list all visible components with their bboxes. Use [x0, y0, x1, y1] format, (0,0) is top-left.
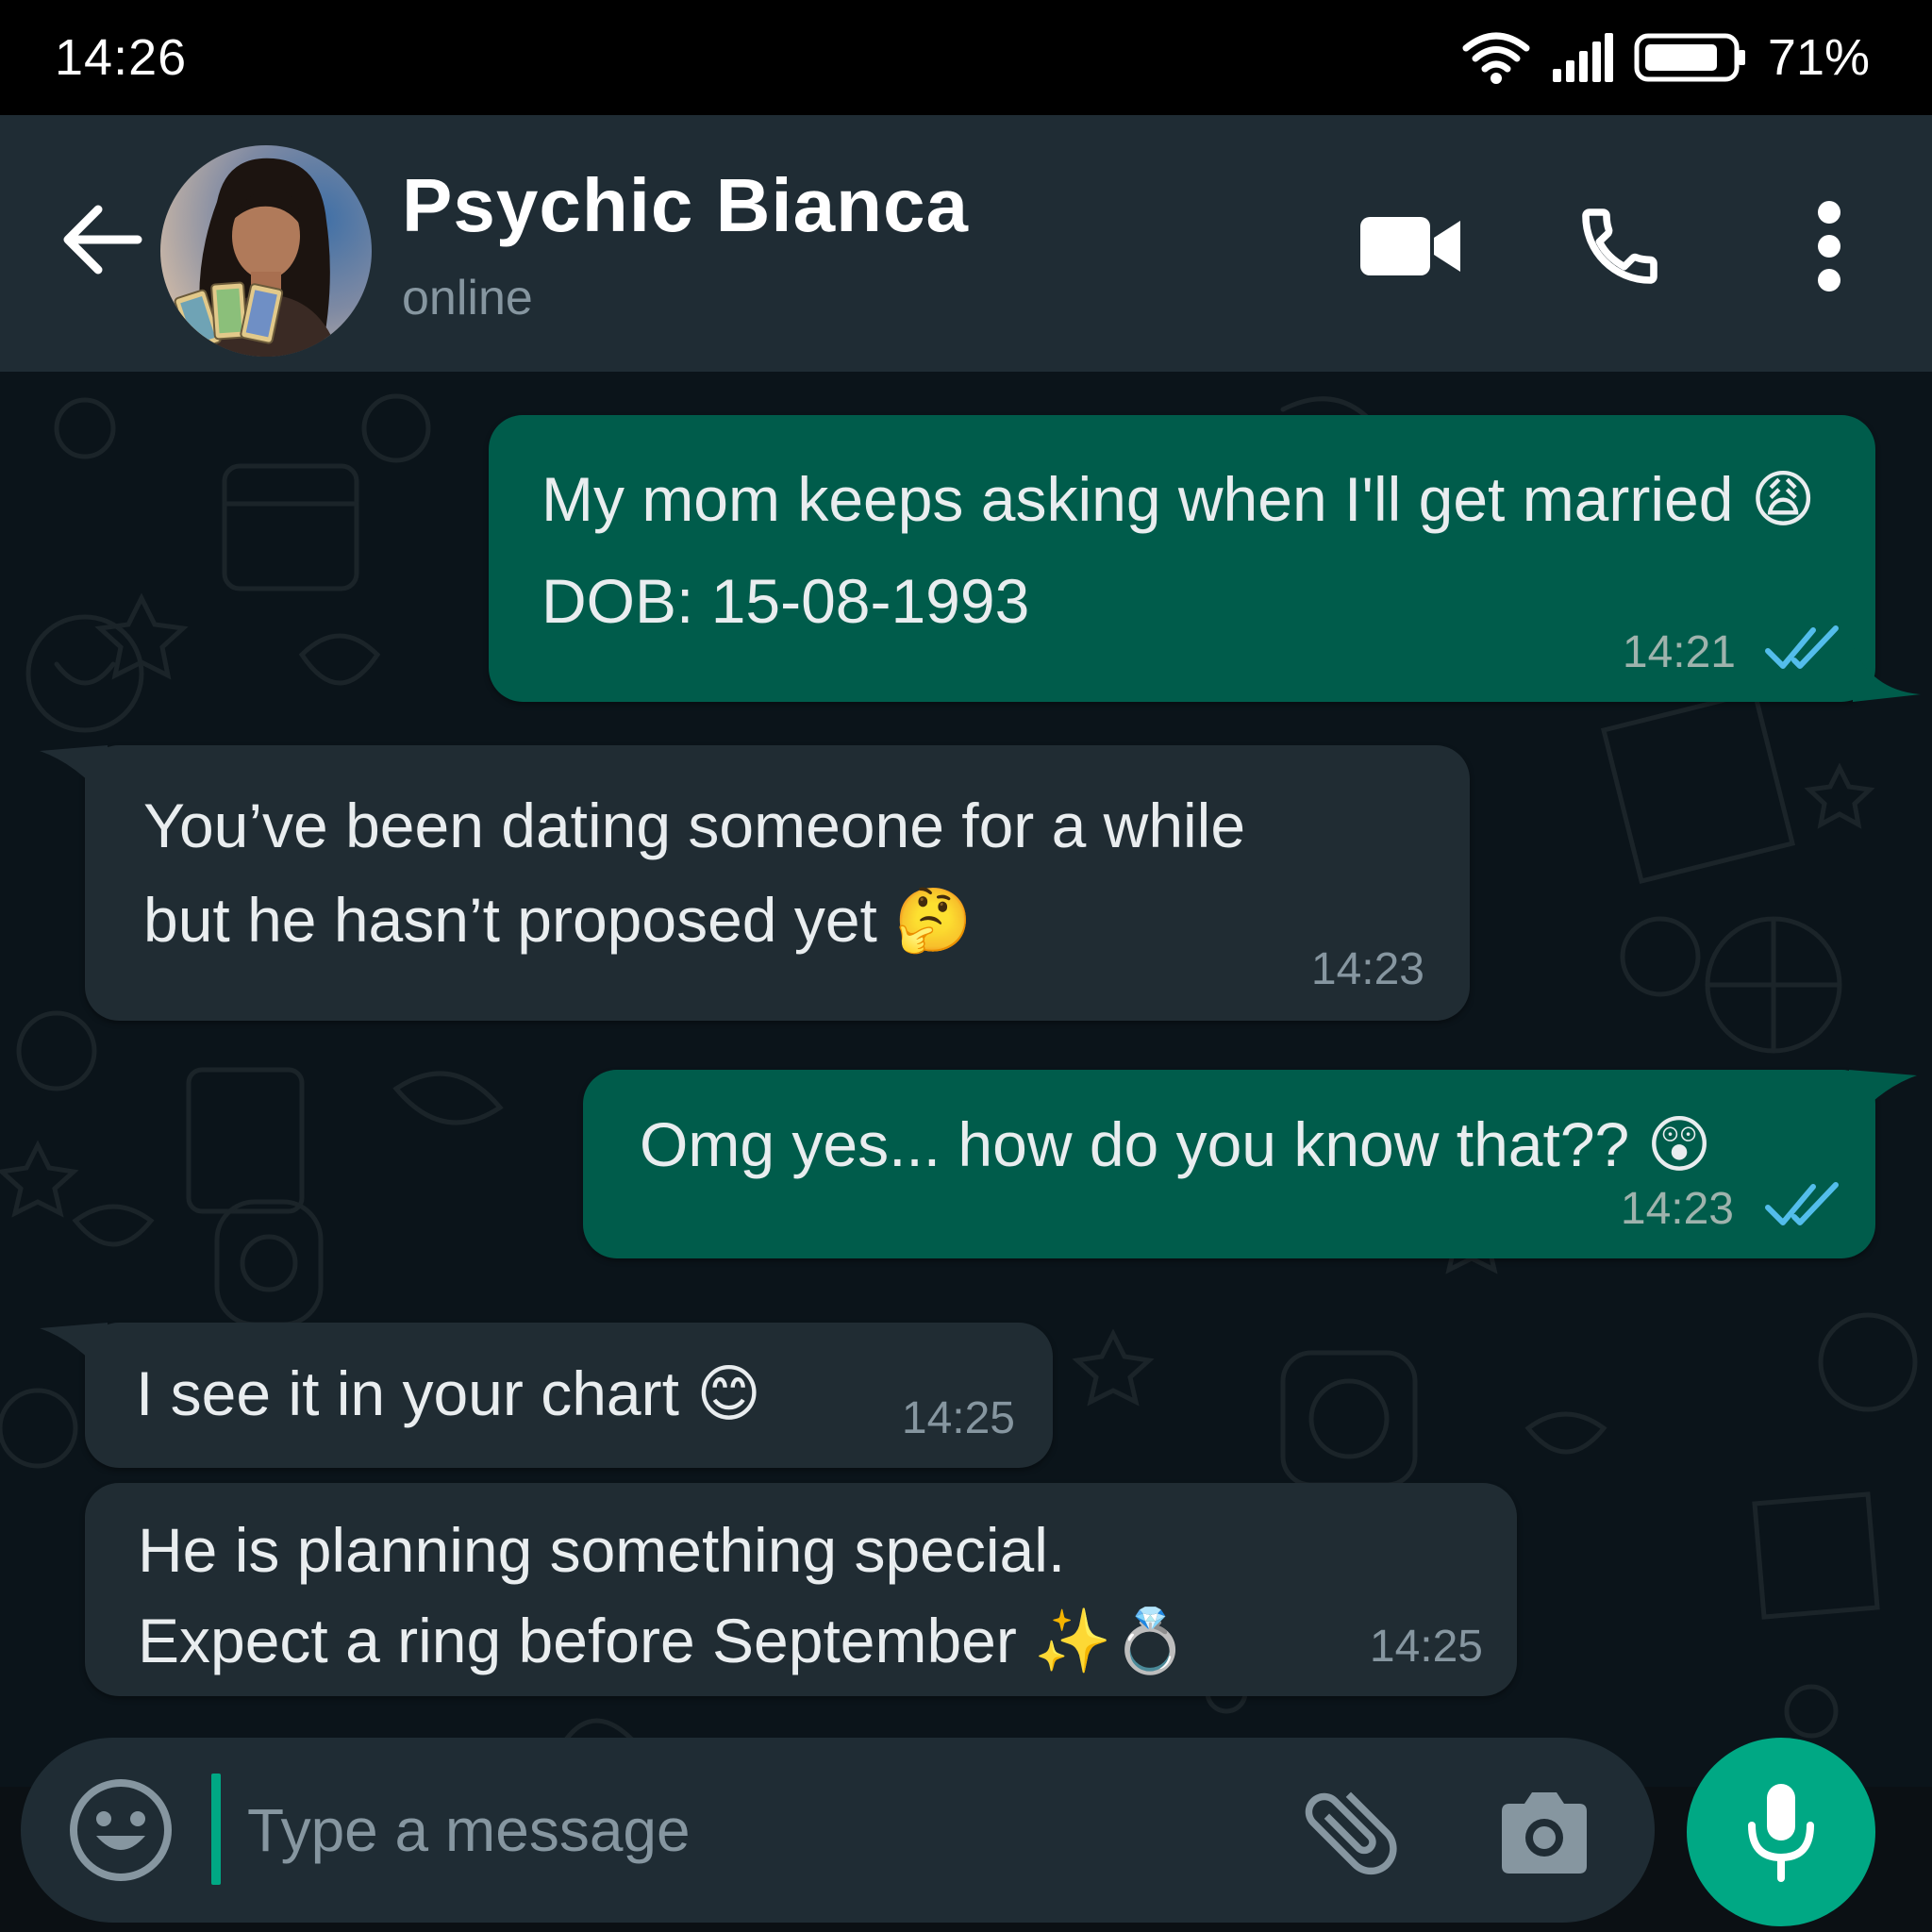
message-input[interactable] — [247, 1775, 1191, 1885]
chat-area[interactable]: My mom keeps asking when I'll get marrie… — [0, 372, 1932, 1787]
message-time: 14:25 — [1369, 1622, 1483, 1672]
avatar-image — [160, 145, 372, 357]
message-text-line: Expect a ring before September ✨💍 — [138, 1606, 1190, 1675]
message-bubble-outgoing[interactable]: Omg yes... how do you know that?? 😲 14:2… — [583, 1070, 1917, 1258]
message-text-line: but he hasn’t proposed yet 🤔 — [143, 885, 973, 955]
camera-icon — [1502, 1792, 1587, 1874]
message-text-line: He is planning something special. — [138, 1515, 1066, 1585]
voice-record-button[interactable] — [1687, 1738, 1875, 1926]
more-vert-icon — [1818, 201, 1840, 291]
message-time: 14:21 — [1622, 627, 1736, 677]
message-text-line: You’ve been dating someone for a while — [143, 791, 1246, 860]
emoji-button[interactable] — [66, 1775, 175, 1885]
contact-name[interactable]: Psychic Bianca — [402, 162, 969, 249]
status-icons: 71% — [1462, 26, 1870, 89]
status-bar: 14:26 71% — [0, 0, 1932, 115]
paperclip-icon — [1305, 1791, 1397, 1875]
video-camera-icon — [1360, 217, 1460, 275]
contact-avatar[interactable] — [160, 145, 372, 357]
camera-button[interactable] — [1492, 1781, 1596, 1885]
attach-button[interactable] — [1294, 1775, 1407, 1889]
read-ticks-icon — [1765, 1182, 1839, 1225]
chat-header: Psychic Bianca online — [0, 115, 1932, 372]
message-bubble-outgoing[interactable]: My mom keeps asking when I'll get marrie… — [489, 415, 1921, 702]
message-composer — [21, 1738, 1655, 1923]
contact-status: online — [402, 271, 533, 325]
bubble-tail — [1853, 645, 1921, 702]
arrow-left-icon — [63, 205, 142, 275]
message-time: 14:25 — [901, 1393, 1015, 1443]
microphone-icon — [1748, 1784, 1814, 1882]
smiley-icon — [70, 1779, 172, 1881]
battery-icon — [1634, 33, 1745, 82]
back-button[interactable] — [58, 196, 145, 283]
more-options-button[interactable] — [1777, 194, 1881, 298]
battery-percent: 71% — [1767, 29, 1870, 86]
message-text-line: DOB: 15-08-1993 — [541, 566, 1030, 636]
message-bubble-incoming[interactable]: He is planning something special. Expect… — [85, 1483, 1517, 1696]
bubble-tail — [40, 745, 108, 802]
message-time: 14:23 — [1310, 944, 1424, 994]
message-time: 14:23 — [1620, 1184, 1734, 1234]
status-time: 14:26 — [55, 29, 188, 86]
wifi-icon — [1462, 32, 1530, 84]
video-call-button[interactable] — [1358, 194, 1462, 298]
text-caret — [211, 1774, 221, 1885]
bubble-tail — [40, 1323, 108, 1379]
message-text-line: My mom keeps asking when I'll get marrie… — [541, 464, 1816, 534]
phone-icon — [1582, 208, 1657, 284]
message-bubble-incoming[interactable]: You’ve been dating someone for a while b… — [40, 745, 1470, 1021]
message-bubble-incoming[interactable]: I see it in your chart 😊 14:25 — [40, 1323, 1053, 1468]
message-text-line: I see it in your chart 😊 — [136, 1358, 762, 1428]
bubble-tail — [1849, 1070, 1917, 1126]
signal-icon — [1552, 33, 1613, 82]
voice-call-button[interactable] — [1568, 194, 1672, 298]
read-ticks-icon — [1765, 625, 1839, 669]
message-text-line: Omg yes... how do you know that?? 😲 — [640, 1109, 1712, 1179]
